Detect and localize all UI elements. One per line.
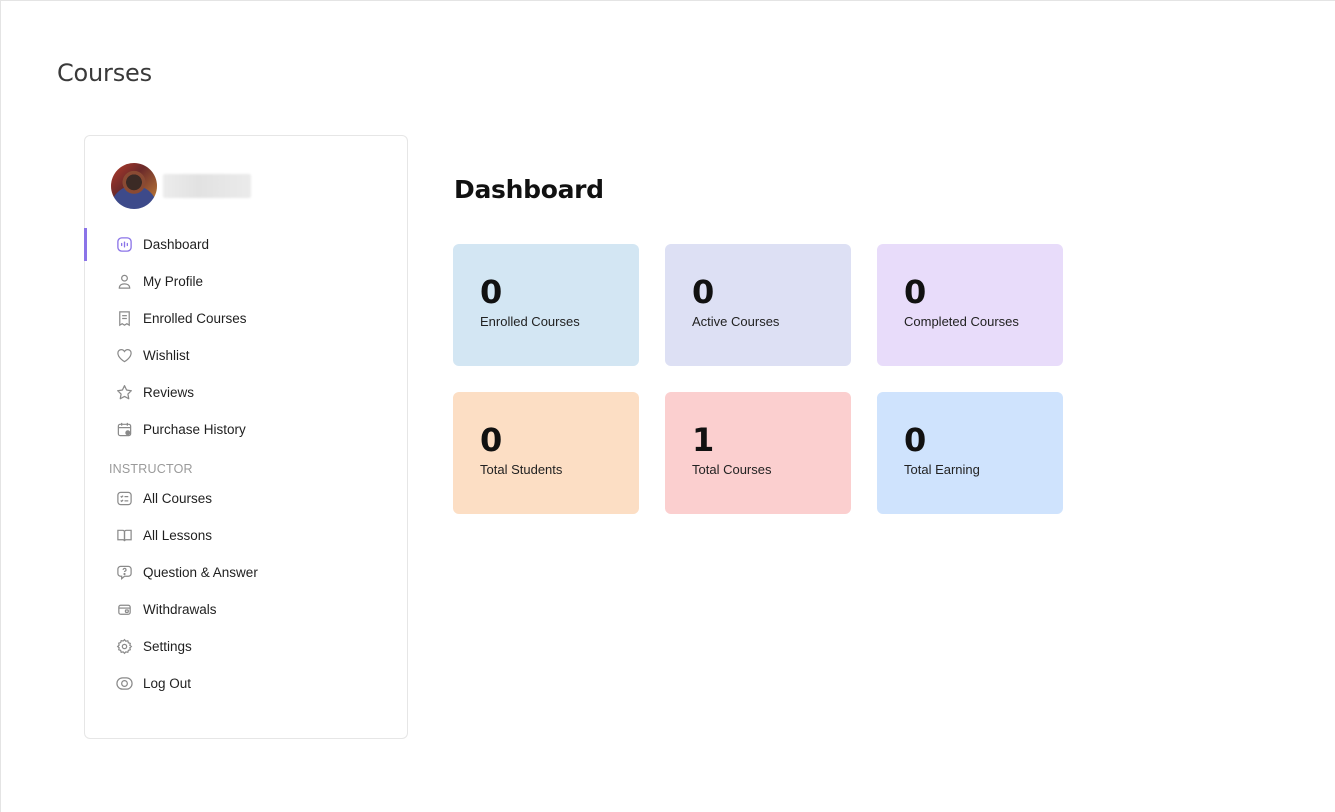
wallet-icon bbox=[115, 601, 133, 619]
sidebar-item-label: Enrolled Courses bbox=[143, 311, 247, 326]
sidebar-nav: Dashboard My Profile Enrolled Courses Wi… bbox=[84, 226, 407, 702]
dashboard-icon bbox=[115, 236, 133, 254]
stat-card-enrolled-courses: 0 Enrolled Courses bbox=[453, 244, 639, 366]
sidebar-item-settings[interactable]: Settings bbox=[85, 628, 407, 665]
instructor-section-label: INSTRUCTOR bbox=[109, 462, 193, 476]
sidebar-item-dashboard[interactable]: Dashboard bbox=[84, 226, 407, 263]
stat-value: 0 bbox=[904, 421, 927, 459]
star-icon bbox=[115, 384, 133, 402]
stat-value: 0 bbox=[480, 273, 503, 311]
sidebar-item-label: Purchase History bbox=[143, 422, 246, 437]
receipt-icon bbox=[115, 310, 133, 328]
stat-value: 1 bbox=[692, 421, 715, 459]
sidebar-item-label: Settings bbox=[143, 639, 192, 654]
sidebar-item-label: Wishlist bbox=[143, 348, 190, 363]
sidebar-item-wishlist[interactable]: Wishlist bbox=[85, 337, 407, 374]
sidebar-item-label: Withdrawals bbox=[143, 602, 217, 617]
calendar-icon bbox=[115, 421, 133, 439]
stat-value: 0 bbox=[480, 421, 503, 459]
stat-label: Enrolled Courses bbox=[480, 314, 580, 329]
heart-icon bbox=[115, 347, 133, 365]
sidebar-item-question-answer[interactable]: Question & Answer bbox=[85, 554, 407, 591]
stat-label: Active Courses bbox=[692, 314, 780, 329]
stats-cards: 0 Enrolled Courses 0 Active Courses 0 Co… bbox=[453, 244, 1063, 514]
sidebar-item-label: Question & Answer bbox=[143, 565, 258, 580]
sidebar-item-enrolled-courses[interactable]: Enrolled Courses bbox=[85, 300, 407, 337]
avatar[interactable] bbox=[111, 163, 157, 209]
sidebar-item-all-lessons[interactable]: All Lessons bbox=[85, 517, 407, 554]
sidebar-item-purchase-history[interactable]: Purchase History bbox=[85, 411, 407, 448]
stat-card-total-earning: 0 Total Earning bbox=[877, 392, 1063, 514]
gear-icon bbox=[115, 638, 133, 656]
stat-card-total-students: 0 Total Students bbox=[453, 392, 639, 514]
stat-card-total-courses: 1 Total Courses bbox=[665, 392, 851, 514]
page-title: Courses bbox=[57, 59, 152, 87]
sidebar-item-label: My Profile bbox=[143, 274, 204, 289]
sidebar: Dashboard My Profile Enrolled Courses Wi… bbox=[84, 135, 408, 739]
book-icon bbox=[115, 527, 133, 545]
sidebar-item-log-out[interactable]: Log Out bbox=[85, 665, 407, 702]
stat-label: Total Students bbox=[480, 462, 563, 477]
stat-label: Completed Courses bbox=[904, 314, 1019, 329]
stat-card-completed-courses: 0 Completed Courses bbox=[877, 244, 1063, 366]
checklist-icon bbox=[115, 490, 133, 508]
sidebar-item-my-profile[interactable]: My Profile bbox=[85, 263, 407, 300]
sidebar-item-reviews[interactable]: Reviews bbox=[85, 374, 407, 411]
user-name-redacted bbox=[163, 174, 251, 198]
dashboard-title: Dashboard bbox=[454, 175, 604, 204]
stat-label: Total Earning bbox=[904, 462, 980, 477]
sidebar-item-all-courses[interactable]: All Courses bbox=[85, 480, 407, 517]
stat-value: 0 bbox=[692, 273, 715, 311]
logout-icon bbox=[115, 675, 133, 693]
user-icon bbox=[115, 273, 133, 291]
sidebar-item-withdrawals[interactable]: Withdrawals bbox=[85, 591, 407, 628]
sidebar-item-label: Dashboard bbox=[143, 237, 210, 252]
stat-card-active-courses: 0 Active Courses bbox=[665, 244, 851, 366]
stat-value: 0 bbox=[904, 273, 927, 311]
profile bbox=[111, 163, 251, 209]
question-bubble-icon bbox=[115, 564, 133, 582]
sidebar-item-label: Log Out bbox=[143, 676, 192, 691]
sidebar-item-label: All Lessons bbox=[143, 528, 213, 543]
sidebar-item-label: All Courses bbox=[143, 491, 213, 506]
sidebar-item-label: Reviews bbox=[143, 385, 195, 400]
stat-label: Total Courses bbox=[692, 462, 772, 477]
